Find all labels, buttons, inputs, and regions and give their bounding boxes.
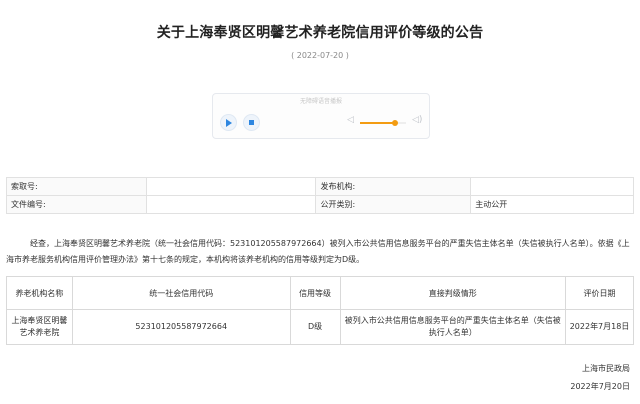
info-row: 文件编号: 公开类别: 主动公开 — [6, 195, 634, 214]
volume-low-icon: ◁ — [347, 115, 354, 125]
document-info-table: 索取号: 发布机构: 文件编号: 公开类别: 主动公开 — [6, 177, 634, 214]
header-credit-code: 统一社会信用代码 — [71, 276, 291, 310]
cell-credit-code: 523101205587972664 — [71, 309, 291, 345]
info-label: 公开类别: — [315, 195, 472, 214]
cell-institution: 上海奉贤区明馨艺术养老院 — [6, 309, 73, 345]
publish-date: ( 2022-07-20 ) — [291, 51, 349, 60]
volume-high-icon: ◁) — [412, 115, 423, 125]
info-value — [470, 177, 634, 196]
table-row: 上海奉贤区明馨艺术养老院 523101205587972664 D级 被列入市公… — [6, 309, 634, 345]
header-rating-date: 评价日期 — [565, 276, 634, 310]
info-value — [145, 177, 317, 196]
page-title: 关于上海奉贤区明馨艺术养老院信用评价等级的公告 — [156, 25, 484, 41]
cell-direct-rating: 被列入市公共信用信息服务平台的严重失信主体名单（失信被执行人名单） — [339, 309, 567, 345]
announcement-paragraph: 经查，上海奉贤区明馨艺术养老院（统一社会信用代码：523101205587972… — [6, 239, 630, 264]
info-value: 主动公开 — [470, 195, 634, 214]
info-row: 索取号: 发布机构: — [6, 177, 634, 196]
volume-knob[interactable] — [391, 120, 398, 126]
audio-player: 无障碍语音播报 ◁ ◁) — [212, 93, 430, 139]
info-label: 发布机构: — [315, 177, 472, 196]
header-institution: 养老机构名称 — [6, 276, 73, 310]
header-credit-level: 信用等级 — [289, 276, 341, 310]
issuing-agency: 上海市民政局 — [582, 364, 630, 373]
announcement-body: 经查，上海奉贤区明馨艺术养老院（统一社会信用代码：523101205587972… — [6, 236, 634, 268]
header-direct-rating: 直接判级情形 — [339, 276, 567, 310]
signature-date: 2022年7月20日 — [570, 382, 630, 391]
cell-rating-date: 2022年7月18日 — [565, 309, 634, 345]
volume-fill — [360, 122, 395, 124]
table-header-row: 养老机构名称 统一社会信用代码 信用等级 直接判级情形 评价日期 — [6, 276, 634, 310]
info-value — [145, 195, 317, 214]
rating-table: 养老机构名称 统一社会信用代码 信用等级 直接判级情形 评价日期 上海奉贤区明馨… — [6, 276, 634, 345]
stop-icon[interactable] — [243, 114, 260, 131]
volume-slider[interactable] — [360, 120, 406, 126]
player-title: 无障碍语音播报 — [299, 98, 342, 105]
info-label: 文件编号: — [6, 195, 147, 214]
play-icon[interactable] — [220, 114, 237, 131]
info-label: 索取号: — [6, 177, 147, 196]
cell-credit-level: D级 — [289, 309, 341, 345]
